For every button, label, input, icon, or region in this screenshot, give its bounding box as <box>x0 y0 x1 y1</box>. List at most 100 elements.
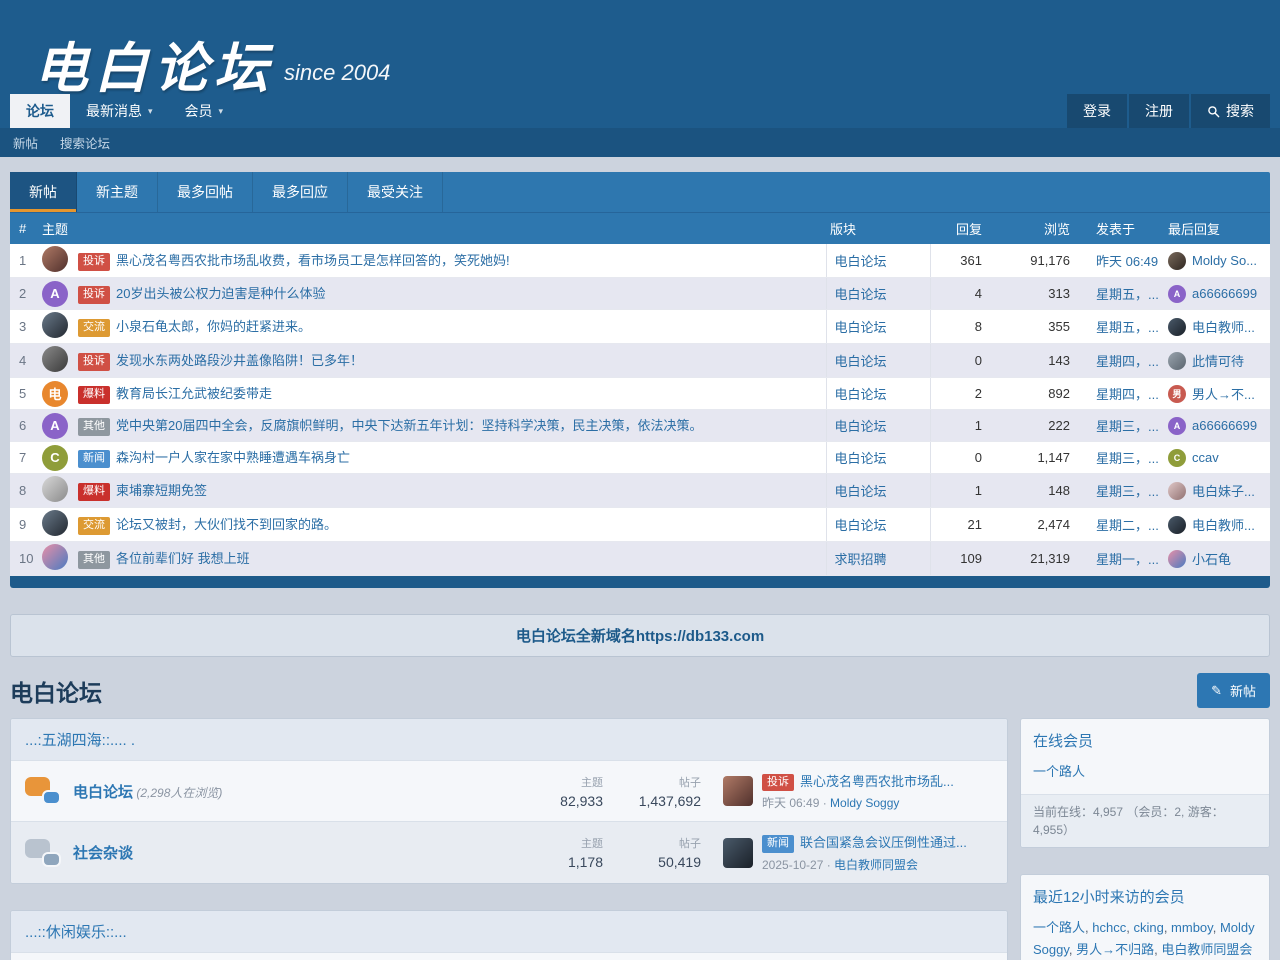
avatar[interactable] <box>1168 318 1186 336</box>
topic-forum-link[interactable]: 电白论坛 <box>835 518 887 533</box>
register-link[interactable]: 注册 <box>1129 94 1189 128</box>
topic-posted-link[interactable]: 昨天 06:49 <box>1096 254 1158 269</box>
hot-tab[interactable]: 最多回应 <box>253 172 348 212</box>
topic-posted-link[interactable]: 星期五，... <box>1096 320 1159 335</box>
latest-post-link[interactable]: 黑心茂名粤西农批市场乱... <box>800 774 954 789</box>
last-reply-user-link[interactable]: 电白教师... <box>1192 515 1255 534</box>
topic-posted-link[interactable]: 星期五，... <box>1096 287 1159 302</box>
avatar[interactable]: A <box>42 281 68 307</box>
topic-title-link[interactable]: 小泉石龟太郎，你妈的赶紧进来。 <box>116 319 311 334</box>
last-reply-user-link[interactable]: a66666699 <box>1192 286 1257 301</box>
forum-latest-post: 投诉黑心茂名粤西农批市场乱...昨天 06:49 · Moldy Soggy <box>723 771 995 811</box>
last-reply-user-link[interactable]: ccav <box>1192 450 1219 465</box>
avatar[interactable] <box>42 312 68 338</box>
latest-post-author[interactable]: Moldy Soggy <box>830 796 899 810</box>
last-reply-user-link[interactable]: 电白妹子... <box>1192 481 1255 500</box>
hot-tab[interactable]: 最多回帖 <box>158 172 253 212</box>
visitor-link[interactable]: 电白教师同盟会 <box>1161 942 1252 957</box>
topic-forum-link[interactable]: 电白论坛 <box>835 354 887 369</box>
topic-posted-link[interactable]: 星期三，... <box>1096 484 1159 499</box>
latest-post-author[interactable]: 电白教师同盟会 <box>834 858 918 872</box>
last-reply-user-link[interactable]: 此情可待 <box>1192 351 1244 370</box>
subnav-search-forum[interactable]: 搜索论坛 <box>60 133 110 152</box>
avatar[interactable]: C <box>1168 449 1186 467</box>
last-reply-user-link[interactable]: Moldy So... <box>1192 253 1257 268</box>
topic-title-link[interactable]: 论坛又被封，大伙们找不到回家的路。 <box>116 517 337 532</box>
last-reply-user-link[interactable]: 小石龟 <box>1192 549 1231 568</box>
avatar[interactable] <box>1168 550 1186 568</box>
category-title[interactable]: ...::休闲娱乐::... <box>11 911 1007 952</box>
topic-posted-cell: 星期五，... <box>1092 310 1164 344</box>
topic-posted-link[interactable]: 星期一，... <box>1096 552 1159 567</box>
category-block: ...::休闲娱乐::...水上乐园 (673人在浏览)主题13,297帖子87… <box>10 910 1008 960</box>
visitor-link[interactable]: 一个路人 <box>1033 920 1085 935</box>
topic-forum-link[interactable]: 电白论坛 <box>835 287 887 302</box>
avatar[interactable] <box>42 544 68 570</box>
login-link[interactable]: 登录 <box>1067 94 1127 128</box>
topic-title-link[interactable]: 各位前辈们好 我想上班 <box>116 551 250 566</box>
visitor-link[interactable]: 男人→不归路 <box>1076 942 1154 957</box>
topic-forum-link[interactable]: 电白论坛 <box>835 451 887 466</box>
forum-name-link[interactable]: 社会杂谈 <box>73 845 133 862</box>
avatar[interactable] <box>42 346 68 372</box>
topic-posted-link[interactable]: 星期三，... <box>1096 451 1159 466</box>
nav-item-members[interactable]: 会员▾ <box>169 94 240 128</box>
avatar[interactable] <box>42 246 68 272</box>
topic-title-link[interactable]: 发现水东两处路段沙井盖像陷阱！已多年！ <box>116 353 363 368</box>
nav-item-latest-news[interactable]: 最新消息▾ <box>70 94 169 128</box>
visitor-link[interactable]: cking <box>1133 920 1163 935</box>
topic-posted-link[interactable]: 星期四，... <box>1096 387 1159 402</box>
avatar[interactable]: 男 <box>1168 385 1186 403</box>
hot-tab[interactable]: 新帖 <box>10 172 77 212</box>
category-title[interactable]: ...:五湖四海::.... . <box>11 719 1007 760</box>
announcement-link[interactable]: 电白论坛全新域名https://db133.com <box>516 628 764 645</box>
topic-views: 143 <box>1008 344 1092 378</box>
topic-title-link[interactable]: 党中央第20届四中全会，反腐旗帜鲜明，中央下达新五年计划：坚持科学决策，民主决策… <box>116 418 702 433</box>
avatar[interactable]: A <box>1168 285 1186 303</box>
latest-post-link[interactable]: 联合国紧急会议压倒性通过... <box>800 835 967 850</box>
avatar[interactable] <box>42 476 68 502</box>
last-reply-user-link[interactable]: 电白教师... <box>1192 317 1255 336</box>
topic-posted-link[interactable]: 星期四，... <box>1096 354 1159 369</box>
nav-item-forum[interactable]: 论坛 <box>10 94 70 128</box>
avatar[interactable] <box>1168 252 1186 270</box>
avatar[interactable]: 电 <box>42 381 68 407</box>
topic-forum-link[interactable]: 电白论坛 <box>835 254 887 269</box>
topic-title-link[interactable]: 柬埔寨短期免签 <box>116 483 207 498</box>
topic-row: 8爆料柬埔寨短期免签电白论坛1148星期三，...电白妹子... <box>10 474 1270 508</box>
forum-name-link[interactable]: 电白论坛 <box>73 784 133 801</box>
last-reply-user-link[interactable]: 男人→不... <box>1192 384 1255 403</box>
last-reply-user-link[interactable]: a66666699 <box>1192 418 1257 433</box>
visitor-link[interactable]: hchcc <box>1092 920 1126 935</box>
topic-forum-link[interactable]: 电白论坛 <box>835 387 887 402</box>
hot-tab[interactable]: 新主题 <box>77 172 158 212</box>
search-button[interactable]: 搜索 <box>1191 94 1270 128</box>
avatar[interactable] <box>723 776 753 806</box>
topic-posted-link[interactable]: 星期二，... <box>1096 518 1159 533</box>
topic-forum-link[interactable]: 电白论坛 <box>835 419 887 434</box>
topic-title-link[interactable]: 森沟村一户人家在家中熟睡遭遇车祸身亡 <box>116 450 350 465</box>
avatar[interactable]: A <box>42 413 68 439</box>
visitor-link[interactable]: mmboy <box>1171 920 1213 935</box>
topic-forum-link[interactable]: 电白论坛 <box>835 484 887 499</box>
avatar[interactable] <box>723 838 753 868</box>
avatar[interactable]: A <box>1168 417 1186 435</box>
category-block: ...:五湖四海::.... .电白论坛 (2,298人在浏览)主题82,933… <box>10 718 1008 884</box>
topic-replies: 8 <box>930 310 1008 344</box>
topic-forum-link[interactable]: 求职招聘 <box>835 552 887 567</box>
new-post-button[interactable]: ✎ 新帖 <box>1197 673 1270 708</box>
hot-tab[interactable]: 最受关注 <box>348 172 443 212</box>
online-member-link[interactable]: 一个路人 <box>1033 764 1085 779</box>
topic-title-link[interactable]: 20岁出头被公权力迫害是种什么体验 <box>116 286 325 301</box>
topic-title-link[interactable]: 教育局长江允武被纪委带走 <box>116 386 272 401</box>
avatar[interactable] <box>42 510 68 536</box>
topic-forum-link[interactable]: 电白论坛 <box>835 320 887 335</box>
avatar[interactable] <box>1168 352 1186 370</box>
topic-posted-link[interactable]: 星期三，... <box>1096 419 1159 434</box>
subnav-new-posts[interactable]: 新帖 <box>13 133 38 152</box>
logo[interactable]: 电白论坛 since 2004 <box>0 0 1280 94</box>
topic-title-link[interactable]: 黑心茂名粤西农批市场乱收费，看市场员工是怎样回答的，笑死她妈! <box>116 253 510 268</box>
avatar[interactable]: C <box>42 445 68 471</box>
avatar[interactable] <box>1168 516 1186 534</box>
avatar[interactable] <box>1168 482 1186 500</box>
